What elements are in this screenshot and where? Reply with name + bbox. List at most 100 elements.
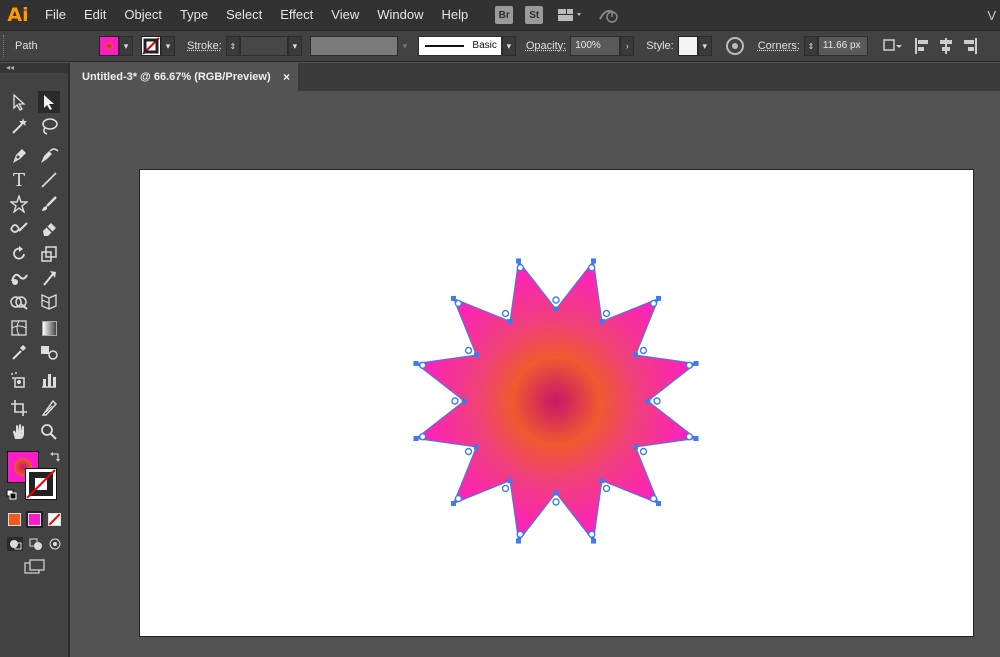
hand-icon[interactable] — [8, 421, 30, 443]
anchor-point[interactable] — [693, 436, 699, 442]
live-corner-widget[interactable] — [516, 264, 524, 272]
gradient-mode-button[interactable] — [28, 513, 41, 526]
free-transform-icon[interactable] — [38, 267, 60, 289]
live-corner-widget[interactable] — [602, 309, 611, 318]
magic-wand-icon[interactable] — [8, 115, 30, 137]
warp-icon[interactable] — [8, 267, 30, 289]
live-corner-widget[interactable] — [419, 433, 427, 441]
anchor-point[interactable] — [633, 444, 639, 450]
anchor-point[interactable] — [633, 352, 639, 358]
live-corner-widget[interactable] — [464, 346, 473, 355]
live-corner-widget[interactable] — [602, 484, 611, 493]
anchor-point[interactable] — [450, 501, 456, 507]
stock-button[interactable]: St — [525, 6, 544, 24]
column-graph-icon[interactable] — [38, 369, 60, 391]
live-corner-widget[interactable] — [501, 309, 510, 318]
brush-dropdown[interactable]: ▾ — [501, 36, 516, 56]
menu-edit[interactable]: Edit — [75, 0, 115, 30]
selection-icon[interactable] — [8, 91, 30, 113]
variable-width-profile[interactable] — [309, 36, 398, 56]
gradient-icon[interactable] — [38, 317, 60, 339]
anchor-point[interactable] — [645, 398, 651, 404]
curvature-icon[interactable] — [38, 145, 60, 167]
live-corner-widget[interactable] — [649, 494, 658, 503]
menu-view[interactable]: View — [322, 0, 368, 30]
anchor-point[interactable] — [656, 295, 662, 301]
menu-select[interactable]: Select — [217, 0, 271, 30]
anchor-point[interactable] — [515, 258, 521, 264]
anchor-point[interactable] — [591, 258, 597, 264]
live-corner-widget[interactable] — [639, 447, 648, 456]
stroke-color-box[interactable] — [25, 468, 57, 500]
graphic-style-swatch[interactable] — [677, 36, 698, 56]
live-corner-widget[interactable] — [552, 498, 560, 506]
live-corner-widget[interactable] — [653, 397, 661, 405]
document-tab[interactable]: Untitled-3* @ 66.67% (RGB/Preview) × — [72, 63, 298, 91]
corners-stepper[interactable]: ⇕ — [803, 36, 818, 56]
anchor-point[interactable] — [553, 306, 559, 312]
corners-radius-field[interactable]: 11.66 px — [817, 36, 868, 56]
shaper-icon[interactable] — [8, 217, 30, 239]
draw-normal-icon[interactable] — [7, 537, 23, 551]
close-icon[interactable]: × — [283, 70, 290, 84]
tools-panel-collapse[interactable]: ◂◂ — [0, 63, 68, 73]
none-mode-button[interactable] — [48, 513, 61, 526]
slice-icon[interactable] — [38, 397, 60, 419]
line-icon[interactable] — [38, 169, 60, 191]
arrange-documents-icon[interactable] — [557, 6, 583, 24]
draw-behind-icon[interactable] — [28, 537, 44, 551]
canvas-area[interactable] — [72, 91, 1000, 657]
anchor-point[interactable] — [599, 478, 605, 484]
align-right-icon[interactable] — [962, 37, 978, 55]
zoom-icon[interactable] — [38, 421, 60, 443]
screen-mode-icon[interactable] — [24, 559, 46, 575]
align-horizontal-center-icon[interactable] — [938, 37, 954, 55]
live-corner-widget[interactable] — [588, 530, 596, 538]
anchor-point[interactable] — [591, 538, 597, 544]
perspective-icon[interactable] — [38, 291, 60, 313]
fill-dropdown[interactable]: ▾ — [119, 36, 133, 56]
anchor-point[interactable] — [515, 538, 521, 544]
live-corner-widget[interactable] — [685, 433, 693, 441]
live-corner-widget[interactable] — [454, 299, 463, 308]
workspace-switcher[interactable]: V — [987, 8, 1000, 23]
opacity-field[interactable]: 100% — [570, 36, 621, 56]
stroke-weight-dropdown[interactable]: ▾ — [287, 36, 302, 56]
live-corner-widget[interactable] — [501, 484, 510, 493]
menu-type[interactable]: Type — [171, 0, 217, 30]
stroke-label[interactable]: Stroke: — [187, 40, 222, 52]
transform-icon[interactable] — [882, 37, 904, 55]
anchor-point[interactable] — [693, 360, 699, 366]
recolor-artwork-icon[interactable] — [725, 37, 744, 55]
eraser-icon[interactable] — [38, 217, 60, 239]
direct-selection-icon[interactable] — [38, 91, 60, 113]
anchor-point[interactable] — [473, 444, 479, 450]
stroke-weight-stepper[interactable]: ⇕ — [225, 36, 240, 56]
live-corner-widget[interactable] — [552, 296, 560, 304]
stroke-swatch[interactable] — [141, 36, 161, 56]
rotate-icon[interactable] — [8, 243, 30, 265]
fill-swatch[interactable] — [99, 36, 119, 56]
control-bar-grip[interactable] — [3, 35, 9, 57]
swap-fill-stroke-icon[interactable] — [49, 451, 61, 463]
anchor-point[interactable] — [450, 295, 456, 301]
anchor-point[interactable] — [507, 478, 513, 484]
live-corner-widget[interactable] — [464, 447, 473, 456]
opacity-label[interactable]: Opacity: — [526, 40, 566, 52]
anchor-point[interactable] — [599, 318, 605, 324]
menu-effect[interactable]: Effect — [271, 0, 322, 30]
live-corner-widget[interactable] — [451, 397, 459, 405]
live-corner-widget[interactable] — [419, 361, 427, 369]
align-left-icon[interactable] — [914, 37, 930, 55]
live-corner-widget[interactable] — [454, 494, 463, 503]
menu-file[interactable]: File — [36, 0, 75, 30]
brush-definition[interactable]: Basic — [417, 36, 502, 56]
color-mode-button[interactable] — [8, 513, 21, 526]
lasso-icon[interactable] — [38, 115, 60, 137]
blend-icon[interactable] — [38, 341, 60, 363]
artboard[interactable] — [139, 169, 974, 637]
draw-inside-icon[interactable] — [48, 537, 64, 551]
eyedropper-icon[interactable] — [8, 341, 30, 363]
artboard-icon[interactable] — [8, 397, 30, 419]
star-icon[interactable] — [8, 193, 30, 215]
